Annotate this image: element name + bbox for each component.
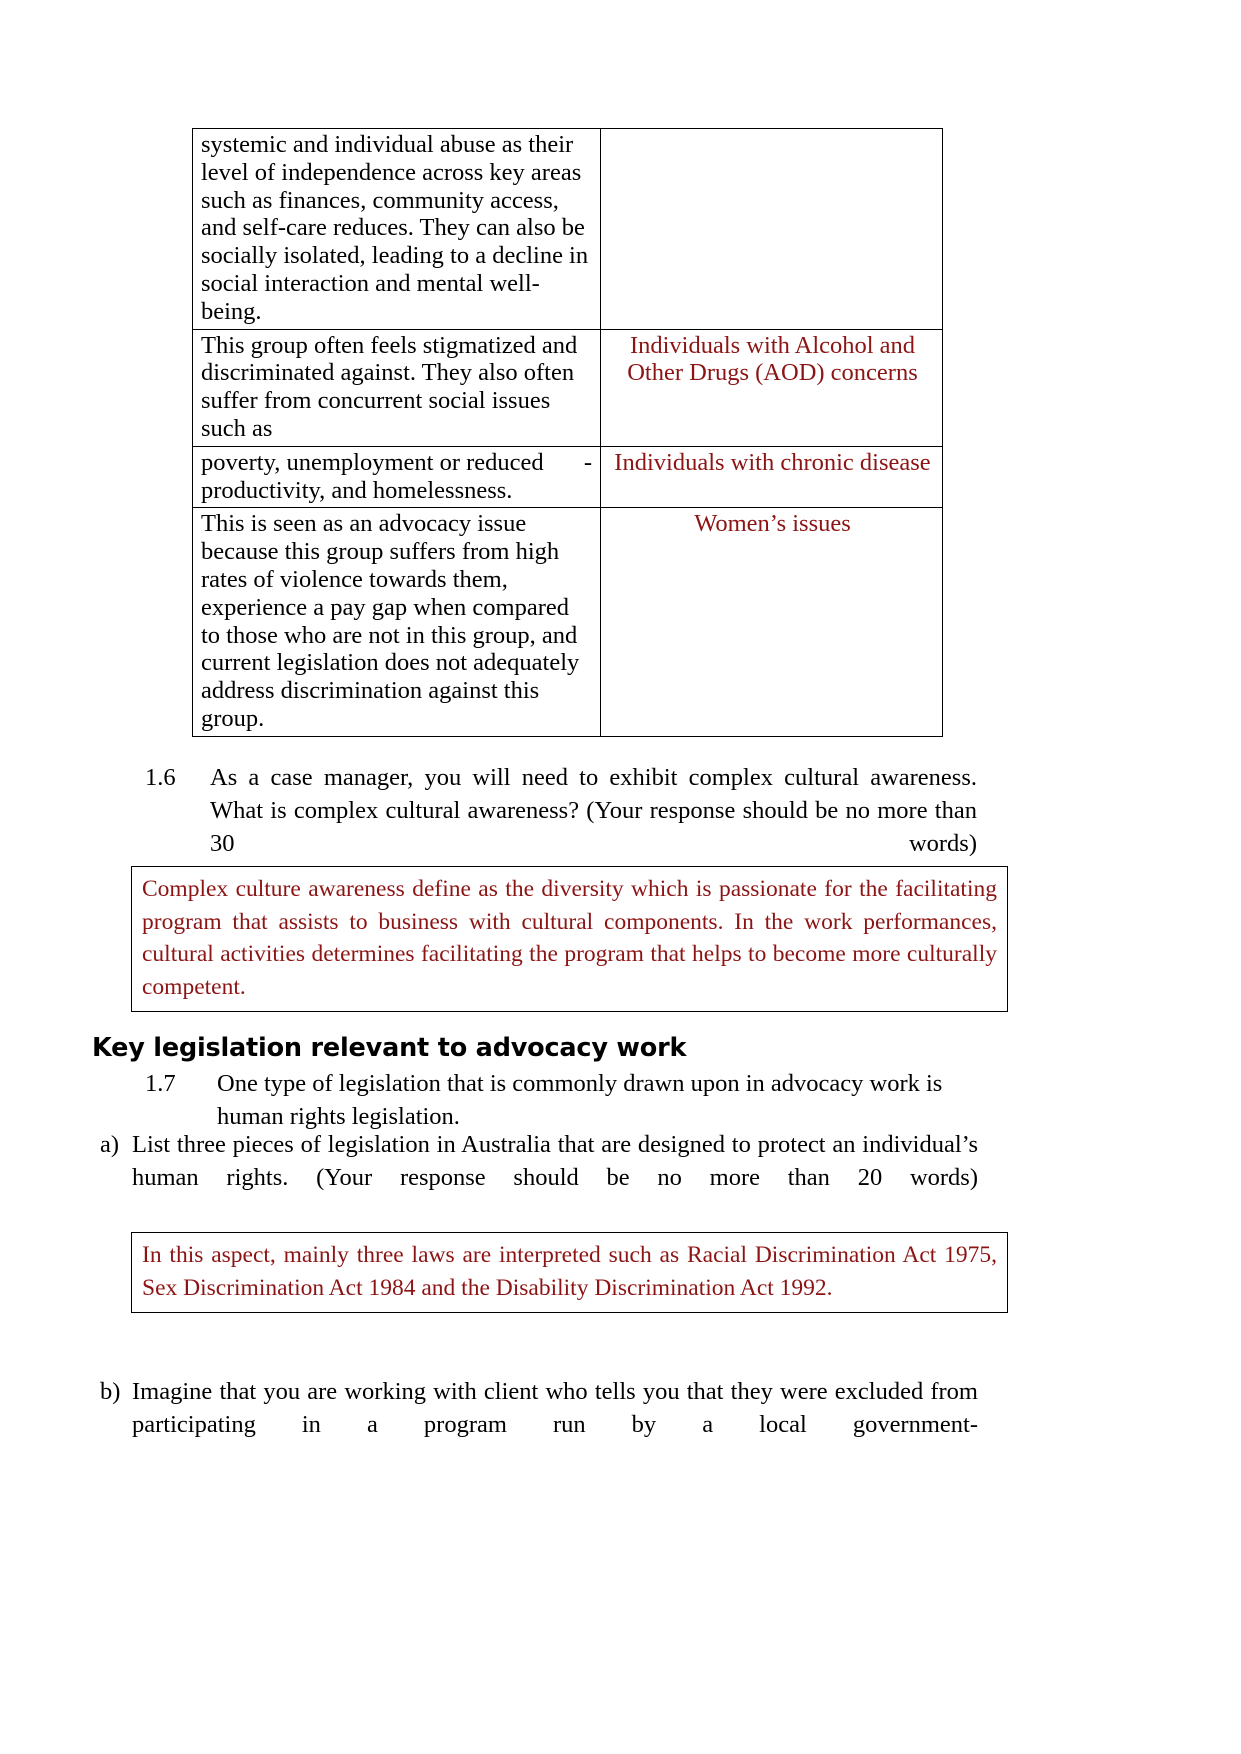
cell-group-text: Individuals with Alcohol and Other Drugs… (627, 331, 918, 387)
page-section-heading: Key legislation relevant to advocacy wor… (92, 1033, 687, 1063)
table-cell-group: Individuals with chronic disease (600, 445, 943, 509)
table-row: systemic and individual abuse as their l… (192, 128, 943, 330)
cell-description-text: This is seen as an advocacy issue becaus… (201, 510, 580, 732)
question-1-6-number: 1.6 (145, 764, 176, 791)
table-row: - poverty, unemployment or reduced produ… (192, 445, 943, 509)
table-cell-description: - poverty, unemployment or reduced produ… (192, 445, 601, 509)
question-item-b: b) Imagine that you are working with cli… (100, 1375, 978, 1474)
document-page: systemic and individual abuse as their l… (0, 0, 1241, 1754)
answer-box-item-a[interactable]: In this aspect, mainly three laws are in… (131, 1232, 1008, 1314)
answer-item-a-text: In this aspect, mainly three laws are in… (142, 1242, 997, 1301)
advocacy-issues-table: systemic and individual abuse as their l… (192, 128, 943, 737)
cell-description-text: systemic and individual abuse as their l… (201, 131, 589, 325)
answer-1-6-text: Complex culture awareness define as the … (142, 876, 997, 1000)
cell-description-text: poverty, unemployment or reduced product… (201, 448, 544, 504)
question-1-7: 1.7 One type of legislation that is comm… (145, 1068, 977, 1134)
advocacy-issues-table-wrapper: systemic and individual abuse as their l… (192, 128, 943, 737)
table-cell-group (600, 128, 943, 330)
question-item-a-marker: a) (100, 1131, 120, 1158)
question-1-7-number: 1.7 (145, 1070, 176, 1097)
cell-dash-marker: - (583, 448, 592, 476)
question-item-b-marker: b) (100, 1378, 121, 1405)
table-cell-description: systemic and individual abuse as their l… (192, 128, 601, 330)
cell-group-text: Women’s issues (694, 510, 851, 538)
table-cell-group: Women’s issues (600, 507, 943, 737)
table-cell-description: This group often feels stigmatized and d… (192, 328, 601, 447)
question-item-b-text: Imagine that you are working with client… (132, 1378, 978, 1439)
answer-box-1-6[interactable]: Complex culture awareness define as the … (131, 866, 1008, 1013)
table-cell-group: Individuals with Alcohol and Other Drugs… (600, 328, 943, 447)
question-item-a-text: List three pieces of legislation in Aust… (132, 1131, 978, 1191)
cell-group-text: Individuals with chronic disease (614, 448, 931, 476)
question-1-7-text: One type of legislation that is commonly… (217, 1070, 943, 1130)
table-row: This group often feels stigmatized and d… (192, 328, 943, 447)
cell-description-text: This group often feels stigmatized and d… (201, 331, 578, 442)
table-cell-description: This is seen as an advocacy issue becaus… (192, 507, 601, 737)
question-item-a: a) List three pieces of legislation in A… (100, 1129, 978, 1228)
table-row: This is seen as an advocacy issue becaus… (192, 507, 943, 737)
